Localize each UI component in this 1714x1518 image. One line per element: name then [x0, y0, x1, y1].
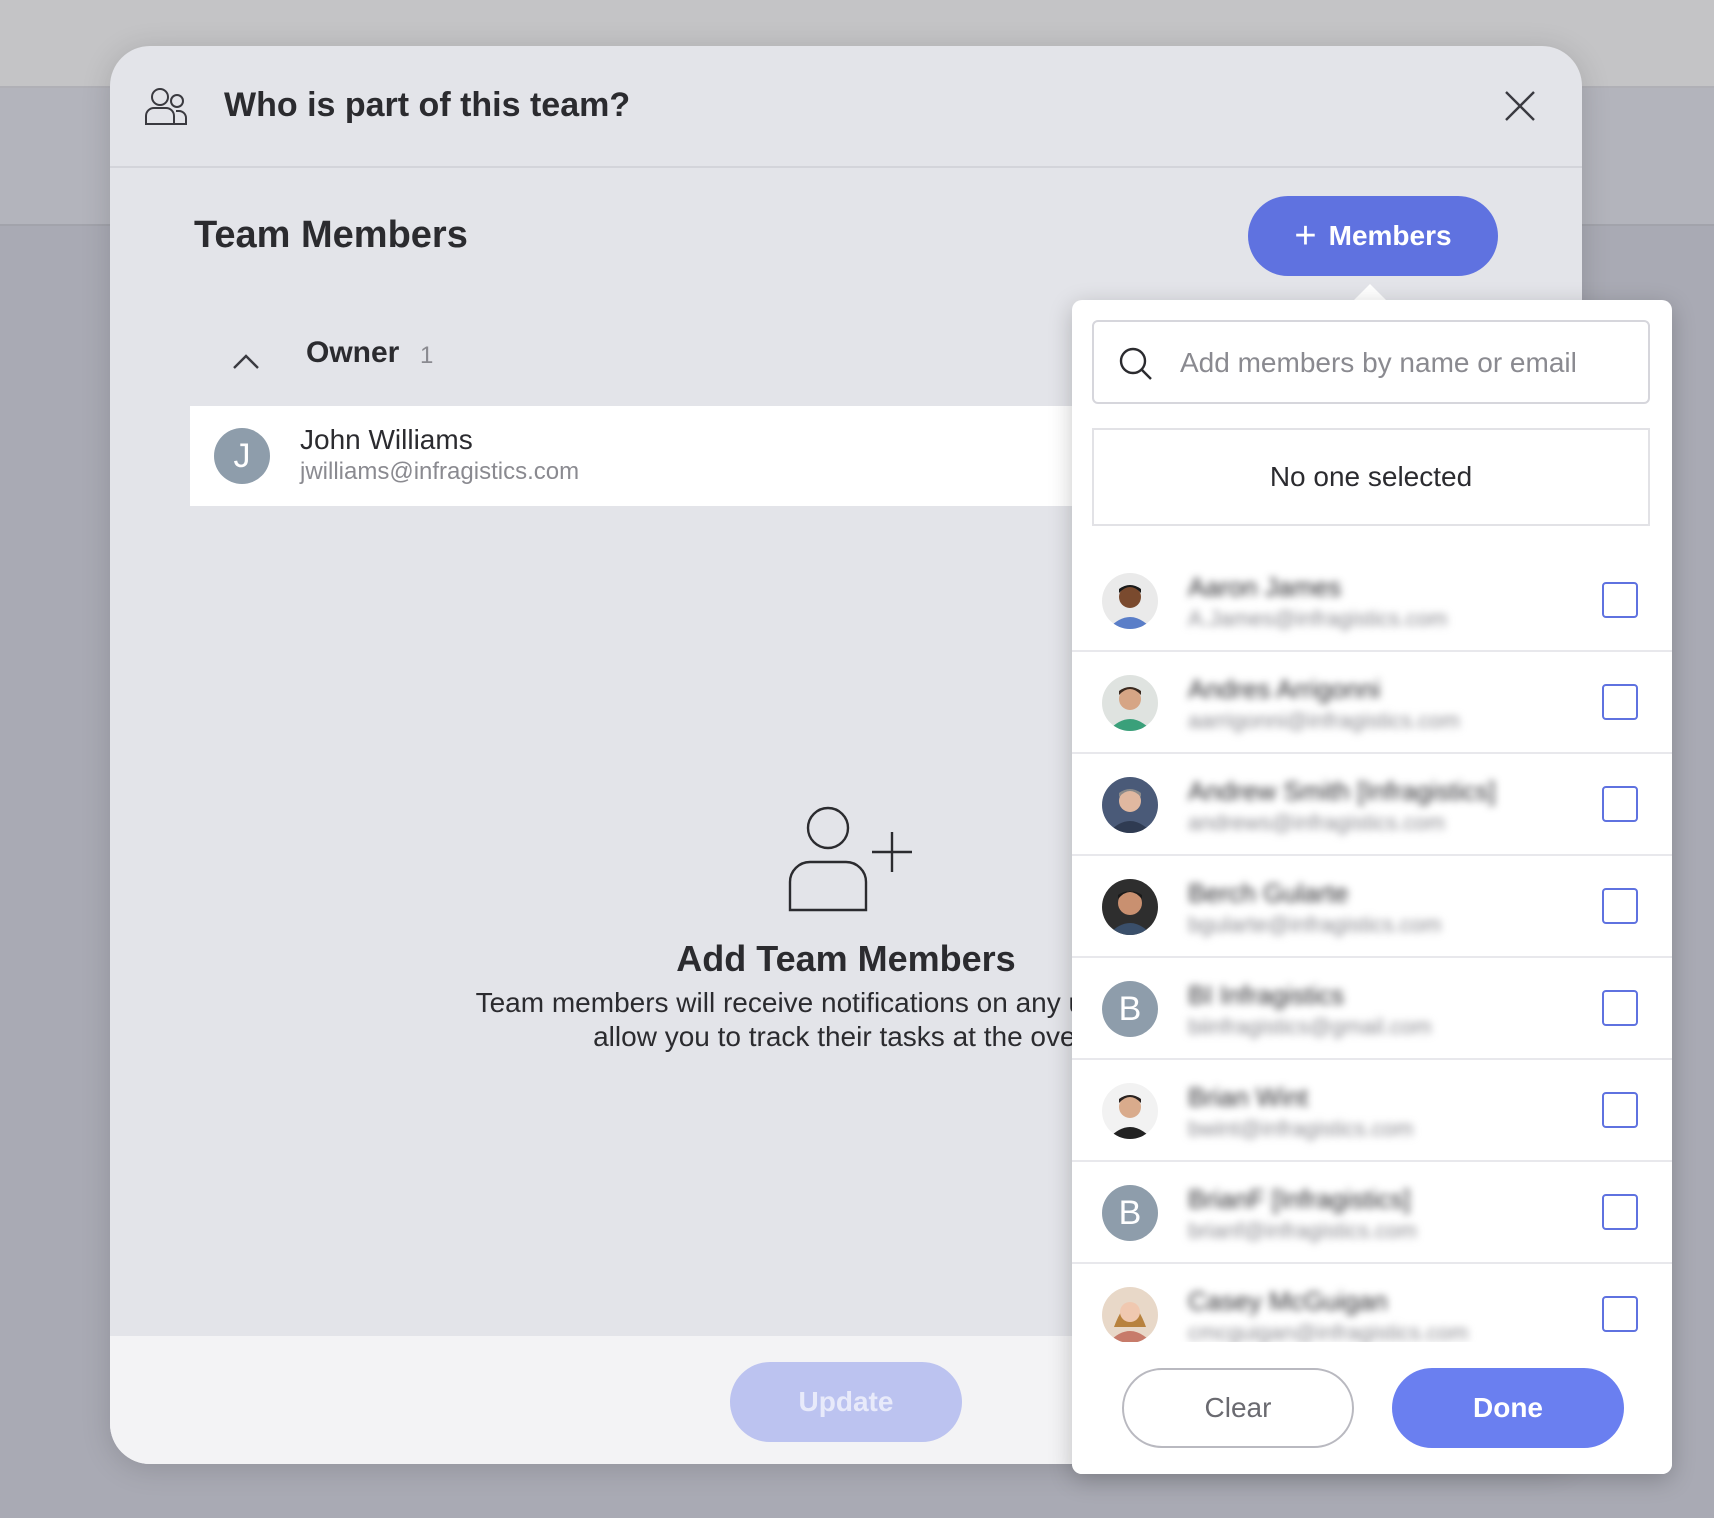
member-name: Andrew Smith [Infragistics] [1188, 776, 1496, 806]
member-checkbox[interactable] [1602, 1296, 1638, 1332]
add-members-label: Members [1328, 220, 1452, 251]
list-item[interactable]: B BrianF [Infragistics] brianf@infragist… [1072, 1162, 1672, 1264]
add-user-icon [788, 806, 912, 912]
owner-group-count: 1 [420, 342, 434, 369]
avatar [1102, 675, 1158, 731]
team-icon [145, 88, 187, 125]
avatar [1102, 777, 1158, 833]
owner-row[interactable]: J John Williams jwilliams@infragistics.c… [190, 406, 1190, 506]
member-name: Aaron James [1188, 572, 1342, 602]
member-email: biinfragistics@gmail.com [1188, 1014, 1432, 1039]
member-email: brianf@infragistics.com [1188, 1218, 1417, 1243]
member-checkbox[interactable] [1602, 582, 1638, 618]
member-checkbox[interactable] [1602, 990, 1638, 1026]
clear-button[interactable]: Clear [1122, 1368, 1354, 1448]
avatar [1102, 573, 1158, 629]
member-email: A.James@infragistics.com [1188, 606, 1448, 631]
list-item[interactable]: Andres Arrigonni aarrigonni@infragistics… [1072, 652, 1672, 754]
avatar [1102, 879, 1158, 935]
list-item[interactable]: Casey McGuigan cmcguigan@infragistics.co… [1072, 1264, 1672, 1342]
owner-email: jwilliams@infragistics.com [300, 458, 580, 485]
list-item[interactable]: Aaron James A.James@infragistics.com [1072, 550, 1672, 652]
member-name: BrianF [Infragistics] [1188, 1184, 1411, 1214]
avatar [1102, 1287, 1158, 1342]
add-members-button[interactable]: + Members [1248, 196, 1498, 276]
member-checkbox[interactable] [1602, 1092, 1638, 1128]
avatar: B [1102, 1185, 1158, 1241]
member-name: Casey McGuigan [1188, 1286, 1388, 1316]
member-email: andrews@infragistics.com [1188, 810, 1446, 835]
list-item[interactable]: Berch Gularte bgularte@infragistics.com [1072, 856, 1672, 958]
search-input[interactable] [1178, 322, 1642, 404]
member-checkbox[interactable] [1602, 1194, 1638, 1230]
dialog-header: Who is part of this team? [110, 46, 1582, 168]
avatar: J [214, 428, 270, 484]
member-name: Brian Wint [1188, 1082, 1308, 1112]
owner-name: John Williams [300, 424, 473, 455]
member-email: bgularte@infragistics.com [1188, 912, 1442, 937]
section-title: Team Members [194, 214, 468, 256]
list-item[interactable]: Andrew Smith [Infragistics] andrews@infr… [1072, 754, 1672, 856]
member-email: aarrigonni@infragistics.com [1188, 708, 1460, 733]
member-list[interactable]: Aaron James A.James@infragistics.com And… [1072, 550, 1672, 1342]
member-picker-popover: No one selected Aaron James A.James@infr… [1072, 300, 1672, 1474]
member-name: Andres Arrigonni [1188, 674, 1381, 704]
close-icon[interactable] [1502, 88, 1538, 124]
selection-summary: No one selected [1092, 428, 1650, 526]
member-name: Berch Gularte [1188, 878, 1349, 908]
update-button[interactable]: Update [730, 1362, 962, 1442]
owner-group-label: Owner [306, 336, 400, 369]
member-checkbox[interactable] [1602, 684, 1638, 720]
chevron-up-icon[interactable] [230, 346, 262, 378]
member-email: cmcguigan@infragistics.com [1188, 1320, 1469, 1342]
picker-footer: Clear Done [1072, 1342, 1672, 1474]
member-email: bwint@infragistics.com [1188, 1116, 1414, 1141]
avatar [1102, 1083, 1158, 1139]
list-item[interactable]: B BI Infragistics biinfragistics@gmail.c… [1072, 958, 1672, 1060]
search-box [1092, 320, 1650, 404]
done-button[interactable]: Done [1392, 1368, 1624, 1448]
member-checkbox[interactable] [1602, 786, 1638, 822]
search-icon [1119, 347, 1152, 380]
member-name: BI Infragistics [1188, 980, 1345, 1010]
dialog-title: Who is part of this team? [224, 86, 631, 124]
member-checkbox[interactable] [1602, 888, 1638, 924]
list-item[interactable]: Brian Wint bwint@infragistics.com [1072, 1060, 1672, 1162]
plus-icon: + [1294, 215, 1317, 257]
avatar: B [1102, 981, 1158, 1037]
